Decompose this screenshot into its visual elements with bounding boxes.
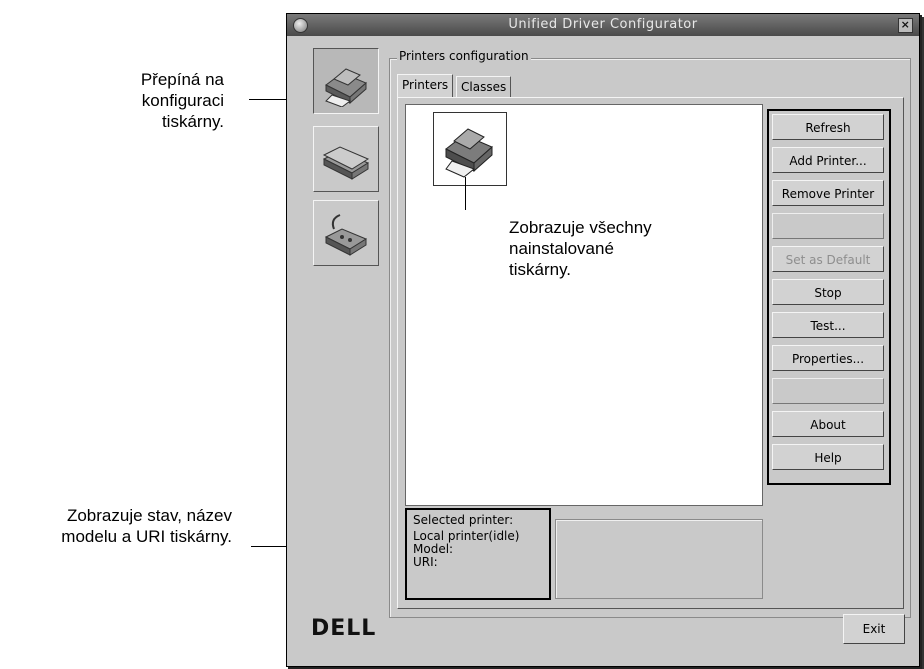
selected-printer-status: Selected printer: Local printer(idle) Mo… xyxy=(405,508,551,600)
brand-logo: DELL xyxy=(311,616,377,641)
help-button[interactable]: Help xyxy=(772,444,884,470)
properties-button[interactable]: Properties... xyxy=(772,345,884,371)
annotation-status-line2: modelu a URI tiskárny. xyxy=(61,527,232,546)
annotation-status: Zobrazuje stav, název modelu a URI tiská… xyxy=(0,505,232,547)
nav-ports-button[interactable] xyxy=(313,200,379,266)
exit-button[interactable]: Exit xyxy=(843,614,905,644)
annotation-list-line1: Zobrazuje všechny xyxy=(509,218,652,237)
button-spacer xyxy=(772,378,884,404)
window-title: Unified Driver Configurator xyxy=(508,17,698,32)
printer-icon xyxy=(325,68,367,107)
nav-scanners-button[interactable] xyxy=(313,126,379,192)
annotation-list-pointer xyxy=(465,177,466,210)
tab-classes[interactable]: Classes xyxy=(456,76,512,97)
stop-button[interactable]: Stop xyxy=(772,279,884,305)
add-printer-button[interactable]: Add Printer... xyxy=(772,147,884,173)
app-icon xyxy=(293,18,308,33)
installed-printer-item[interactable] xyxy=(433,112,507,186)
refresh-button[interactable]: Refresh xyxy=(772,114,884,140)
test-button[interactable]: Test... xyxy=(772,312,884,338)
annotation-list-line2: nainstalované xyxy=(509,239,614,258)
status-uri-label: URI: xyxy=(413,555,438,569)
annotation-status-line1: Zobrazuje stav, název xyxy=(66,506,232,525)
group-legend: Printers configuration xyxy=(397,49,531,63)
annotation-nav-line2: konfiguraci xyxy=(141,91,224,110)
tab-printers[interactable]: Printers xyxy=(397,74,454,98)
annotation-nav-line3: tiskárny. xyxy=(161,112,224,131)
nav-printers-button[interactable] xyxy=(313,48,379,114)
annotation-list-line3: tiskárny. xyxy=(509,260,572,279)
close-icon[interactable]: × xyxy=(898,18,913,33)
annotation-list: Zobrazuje všechny nainstalované tiskárny… xyxy=(509,217,709,280)
scanner-icon xyxy=(322,146,370,180)
button-spacer xyxy=(772,213,884,239)
remove-printer-button[interactable]: Remove Printer xyxy=(772,180,884,206)
set-as-default-button[interactable]: Set as Default xyxy=(772,246,884,272)
driver-configurator-window: Unified Driver Configurator × Printers c… xyxy=(286,13,920,667)
printer-icon xyxy=(445,128,493,178)
actions-button-group: Refresh Add Printer... Remove Printer Se… xyxy=(767,109,891,485)
status-heading: Selected printer: xyxy=(413,513,514,527)
title-bar[interactable]: Unified Driver Configurator × xyxy=(287,14,919,36)
port-icon xyxy=(324,214,368,256)
status-detail-panel xyxy=(555,519,763,599)
annotation-nav: Přepíná na konfiguraci tiskárny. xyxy=(136,69,224,132)
annotation-nav-line1: Přepíná na xyxy=(140,70,224,89)
about-button[interactable]: About xyxy=(772,411,884,437)
